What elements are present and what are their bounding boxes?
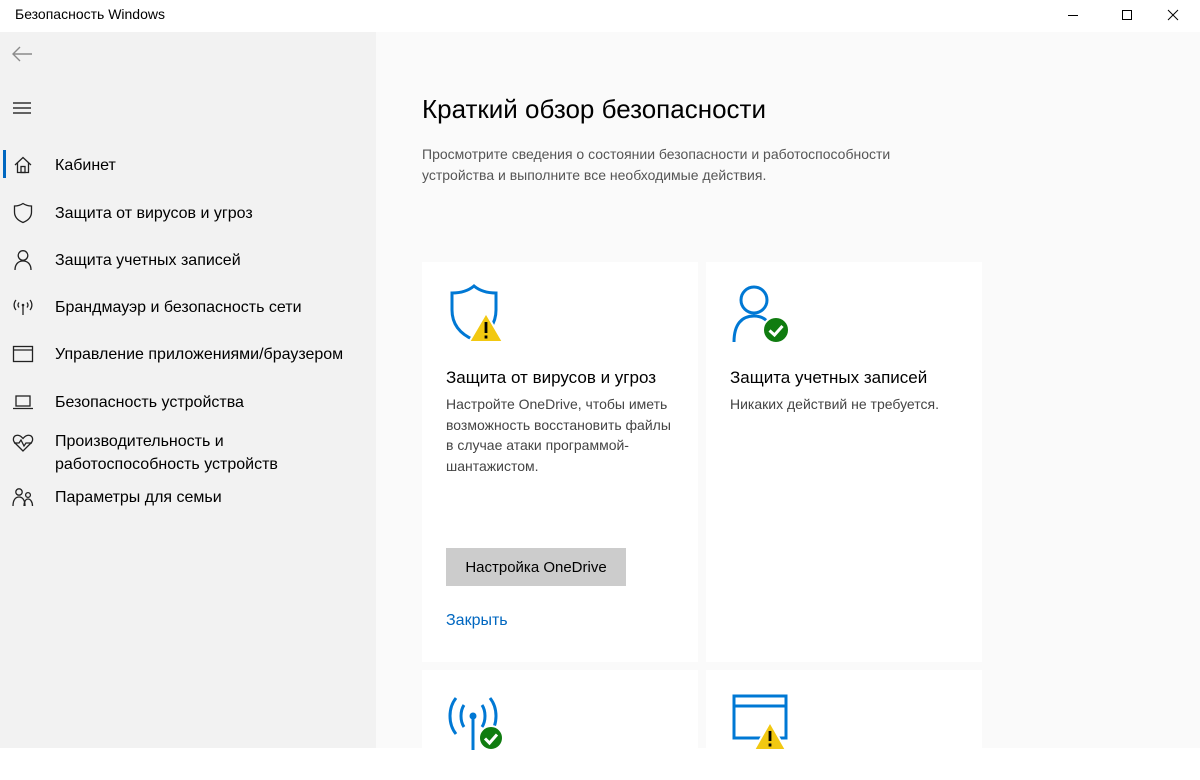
sidebar-item-label: Производительность и работоспособность у… [55, 433, 278, 473]
sidebar-item-account-protection[interactable]: Защита учетных записей [0, 238, 376, 282]
main-content: Краткий обзор безопасности Просмотрите с… [376, 32, 1200, 780]
antenna-ok-icon [446, 692, 510, 756]
window-warning-icon [730, 692, 794, 756]
sidebar-item-device-performance[interactable]: Производительность и работоспособность у… [0, 428, 376, 480]
page-description: Просмотрите сведения о состоянии безопас… [422, 146, 891, 183]
shield-icon [12, 202, 34, 224]
card-firewall[interactable] [422, 670, 698, 780]
family-icon [12, 486, 34, 508]
wifi-antenna-icon [12, 296, 34, 318]
close-icon [1167, 9, 1179, 21]
minimize-icon [1068, 15, 1078, 16]
back-button[interactable] [8, 40, 36, 68]
laptop-icon [12, 391, 34, 413]
back-arrow-icon [12, 46, 32, 62]
person-ok-icon [730, 284, 794, 348]
sidebar-item-firewall[interactable]: Брандмауэр и безопасность сети [0, 285, 376, 329]
card-account-protection[interactable]: Защита учетных записей Никаких действий … [706, 262, 982, 662]
close-button[interactable] [1150, 0, 1196, 30]
setup-onedrive-button[interactable]: Настройка OneDrive [446, 548, 626, 586]
page-title: Краткий обзор безопасности [422, 94, 766, 124]
sidebar-item-label: Параметры для семьи [55, 488, 222, 506]
sidebar: Кабинет Защита от вирусов и угроз Защита… [0, 32, 376, 748]
sidebar-item-label: Безопасность устройства [55, 393, 244, 411]
sidebar-item-label: Защита от вирусов и угроз [55, 204, 253, 222]
sidebar-item-family-options[interactable]: Параметры для семьи [0, 475, 376, 519]
card-app-browser-control[interactable] [706, 670, 982, 780]
app-window-icon [12, 343, 34, 365]
shield-warning-icon [446, 284, 510, 348]
sidebar-item-device-security[interactable]: Безопасность устройства [0, 380, 376, 424]
sidebar-item-app-browser-control[interactable]: Управление приложениями/браузером [0, 332, 376, 376]
menu-button[interactable] [8, 94, 36, 122]
sidebar-item-virus-protection[interactable]: Защита от вирусов и угроз [0, 191, 376, 235]
minimize-button[interactable] [1050, 0, 1096, 30]
card-text: Настройте OneDrive, чтобы иметь возможно… [446, 396, 671, 474]
maximize-button[interactable] [1104, 0, 1150, 30]
card-virus-protection[interactable]: Защита от вирусов и угроз Настройте OneD… [422, 262, 698, 662]
person-icon [12, 249, 34, 271]
sidebar-item-label: Брандмауэр и безопасность сети [55, 298, 302, 316]
dismiss-link[interactable]: Закрыть [446, 612, 508, 630]
hamburger-icon [13, 102, 31, 114]
card-title: Защита учетных записей [730, 368, 928, 387]
sidebar-item-label: Управление приложениями/браузером [55, 345, 344, 363]
card-title: Защита от вирусов и угроз [446, 368, 657, 387]
sidebar-item-label: Защита учетных записей [55, 251, 241, 269]
home-icon [12, 154, 34, 176]
window-title: Безопасность Windows [15, 6, 165, 22]
maximize-icon [1122, 10, 1132, 20]
sidebar-item-home[interactable]: Кабинет [0, 143, 376, 187]
card-text: Никаких действий не требуется. [730, 396, 939, 412]
title-bar: Безопасность Windows [0, 0, 1200, 32]
heart-pulse-icon [12, 432, 34, 454]
sidebar-item-label: Кабинет [55, 156, 116, 174]
